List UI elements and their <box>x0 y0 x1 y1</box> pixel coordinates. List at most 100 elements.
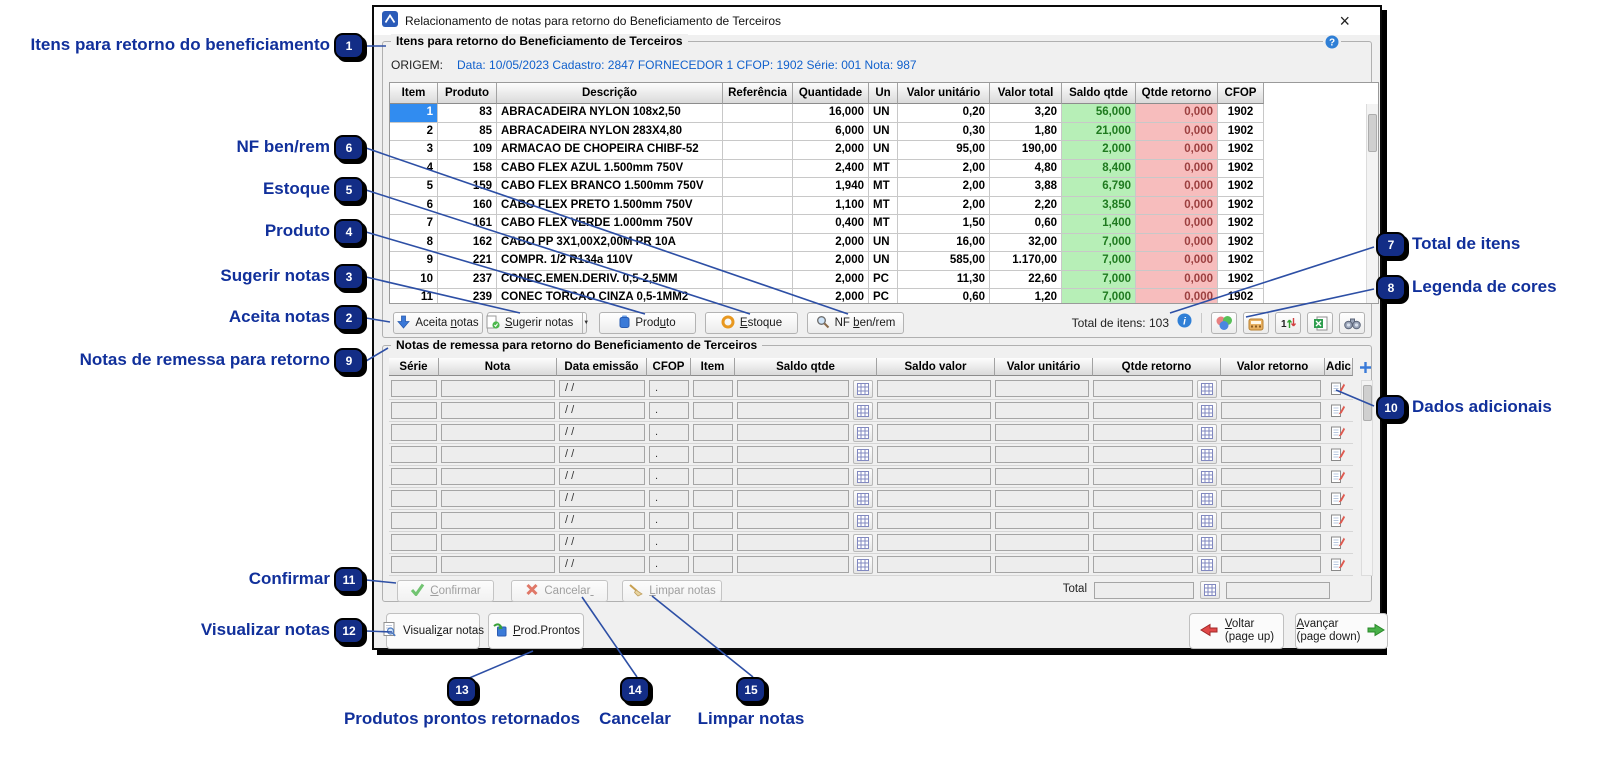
cfop-field[interactable]: . <box>649 402 689 419</box>
nota-field[interactable] <box>441 534 555 551</box>
nota-field[interactable] <box>441 556 555 573</box>
valor-unitario-field[interactable] <box>995 424 1089 441</box>
excel-export-icon[interactable] <box>1307 312 1333 334</box>
column-header[interactable]: Valor total <box>990 83 1062 104</box>
item-field[interactable] <box>693 424 733 441</box>
column-header[interactable]: Nota <box>439 358 557 376</box>
serie-field[interactable] <box>391 402 437 419</box>
table-row[interactable]: 10237CONEC.EMEN.DERIV. 0,5-2,5MM2,000PC1… <box>390 271 1378 290</box>
table-row[interactable]: 8162CABO PP 3X1,00X2,00M PR 10A2,000UN16… <box>390 234 1378 253</box>
item-field[interactable] <box>693 468 733 485</box>
table-cell[interactable]: UN <box>869 234 898 253</box>
cfop-field[interactable]: . <box>649 534 689 551</box>
table-row[interactable]: 9221COMPR. 1/2 R134a 110V2,000UN585,001.… <box>390 252 1378 271</box>
table-cell[interactable]: 3 <box>390 141 438 160</box>
dados-adicionais-icon[interactable] <box>1325 469 1349 484</box>
valor-unitario-field[interactable] <box>995 556 1089 573</box>
dados-adicionais-icon[interactable] <box>1325 557 1349 572</box>
table-row[interactable]: 3109ARMACAO DE CHOPEIRA CHIBF-522,000UN9… <box>390 141 1378 160</box>
table-cell[interactable] <box>723 234 793 253</box>
scrollbar-thumb[interactable] <box>1363 385 1372 421</box>
table-row[interactable]: 6160CABO FLEX PRETO 1.500mm 750V1,100MT2… <box>390 197 1378 216</box>
serie-field[interactable] <box>391 468 437 485</box>
table-cell[interactable]: 3,20 <box>990 104 1062 123</box>
nota-field[interactable] <box>441 446 555 463</box>
data-emissao-field[interactable]: / / <box>559 512 645 529</box>
item-field[interactable] <box>693 490 733 507</box>
table-cell[interactable]: 0,000 <box>1136 252 1218 271</box>
table-cell[interactable]: 3,850 <box>1062 197 1136 216</box>
table-cell[interactable]: ABRACADEIRA NYLON 108x2,50 <box>497 104 723 123</box>
column-header[interactable]: Referência <box>723 83 793 104</box>
saldo-valor-field[interactable] <box>877 446 991 463</box>
cfop-field[interactable]: . <box>649 424 689 441</box>
sugerir-notas-button[interactable]: Sugerir notas ▼ <box>487 312 587 334</box>
nota-field[interactable] <box>441 380 555 397</box>
voltar-button[interactable]: Voltar(page up) <box>1189 613 1284 649</box>
table-cell[interactable]: 8 <box>390 234 438 253</box>
table-cell[interactable]: 0,20 <box>898 104 990 123</box>
column-header[interactable]: Un <box>869 83 898 104</box>
table-cell[interactable] <box>723 123 793 142</box>
saldo-qtde-field[interactable] <box>737 556 849 573</box>
total-valor-field[interactable] <box>1226 582 1330 599</box>
qtde-retorno-field[interactable] <box>1093 446 1193 463</box>
saldo-valor-field[interactable] <box>877 534 991 551</box>
table-cell[interactable]: UN <box>869 123 898 142</box>
dados-adicionais-icon[interactable] <box>1325 403 1349 418</box>
chevron-down-icon[interactable]: ▼ <box>582 312 589 334</box>
table-cell[interactable]: CABO FLEX VERDE 1.000mm 750V <box>497 215 723 234</box>
table-cell[interactable]: 0,60 <box>898 289 990 304</box>
table-cell[interactable]: 2,20 <box>990 197 1062 216</box>
valor-unitario-field[interactable] <box>995 402 1089 419</box>
table-cell[interactable]: 1902 <box>1218 252 1264 271</box>
valor-retorno-field[interactable] <box>1221 402 1321 419</box>
valor-retorno-field[interactable] <box>1221 556 1321 573</box>
table-cell[interactable]: MT <box>869 215 898 234</box>
saldo-qtde-field[interactable] <box>737 512 849 529</box>
table-cell[interactable]: 1902 <box>1218 271 1264 290</box>
valor-unitario-field[interactable] <box>995 446 1089 463</box>
valor-retorno-field[interactable] <box>1221 490 1321 507</box>
serie-field[interactable] <box>391 380 437 397</box>
table-cell[interactable]: 5 <box>390 178 438 197</box>
title-bar[interactable]: Relacionamento de notas para retorno do … <box>374 7 1380 35</box>
saldo-valor-field[interactable] <box>877 556 991 573</box>
saldo-valor-field[interactable] <box>877 490 991 507</box>
table-cell[interactable]: 3,88 <box>990 178 1062 197</box>
table-cell[interactable]: 11 <box>390 289 438 304</box>
nota-field[interactable] <box>441 468 555 485</box>
table-cell[interactable]: PC <box>869 289 898 304</box>
table-cell[interactable]: MT <box>869 197 898 216</box>
visualizar-notas-button[interactable]: Visualizar notas <box>386 613 480 649</box>
qtde-retorno-field[interactable] <box>1093 468 1193 485</box>
column-header[interactable]: Descrição <box>497 83 723 104</box>
saldo-qtde-field[interactable] <box>737 402 849 419</box>
column-header[interactable]: Qtde retorno <box>1093 358 1221 376</box>
notas-grid-scrollbar[interactable] <box>1361 380 1373 576</box>
table-cell[interactable]: 2,000 <box>793 289 869 304</box>
table-cell[interactable] <box>723 160 793 179</box>
table-cell[interactable]: 162 <box>438 234 497 253</box>
table-cell[interactable]: 161 <box>438 215 497 234</box>
table-cell[interactable] <box>723 141 793 160</box>
grid-calc-icon[interactable] <box>853 490 873 508</box>
table-cell[interactable]: 8,400 <box>1062 160 1136 179</box>
table-cell[interactable]: 109 <box>438 141 497 160</box>
table-cell[interactable]: 7 <box>390 215 438 234</box>
data-emissao-field[interactable]: / / <box>559 490 645 507</box>
valor-unitario-field[interactable] <box>995 490 1089 507</box>
table-cell[interactable]: 2,00 <box>898 160 990 179</box>
grid-calc-icon[interactable] <box>853 424 873 442</box>
nota-field[interactable] <box>441 402 555 419</box>
valor-unitario-field[interactable] <box>995 534 1089 551</box>
table-cell[interactable] <box>723 289 793 304</box>
notas-row[interactable]: / /. <box>389 554 1353 576</box>
valor-unitario-field[interactable] <box>995 380 1089 397</box>
grid-calc-icon[interactable] <box>853 446 873 464</box>
table-row[interactable]: 5159CABO FLEX BRANCO 1.500mm 750V1,940MT… <box>390 178 1378 197</box>
table-cell[interactable]: 7,000 <box>1062 234 1136 253</box>
valor-unitario-field[interactable] <box>995 512 1089 529</box>
notas-row[interactable]: / /. <box>389 400 1353 422</box>
info-icon[interactable]: i <box>1177 313 1192 333</box>
